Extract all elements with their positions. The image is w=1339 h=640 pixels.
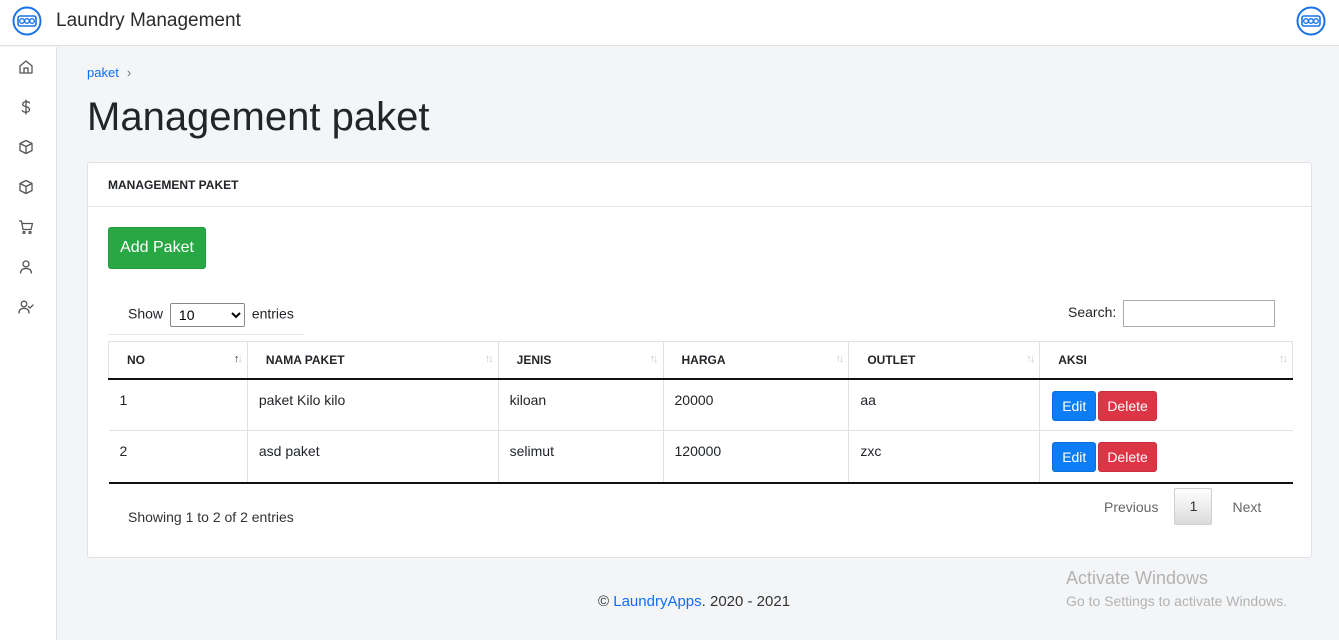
- pagination-next[interactable]: Next: [1212, 491, 1277, 523]
- cell-jenis: selimut: [498, 430, 664, 484]
- laundry-logo-icon[interactable]: [12, 6, 42, 36]
- sort-icon: ↑↓: [1279, 353, 1288, 365]
- table-header-row: NO ↑↓ NAMA PAKET ↑↓ JENIS ↑↓ HARGA ↑↓ OUTLET…: [108, 341, 1293, 380]
- search-input[interactable]: [1123, 300, 1276, 327]
- column-header-no[interactable]: NO ↑↓: [108, 341, 248, 380]
- sidebar-item-home[interactable]: [14, 55, 38, 79]
- cell-aksi: Edit Delete: [1039, 430, 1293, 484]
- cell-aksi: Edit Delete: [1039, 378, 1293, 431]
- footer-years: . 2020 - 2021: [701, 593, 791, 610]
- table-info: Showing 1 to 2 of 2 entries: [128, 509, 294, 525]
- sort-icon: ↑↓: [484, 353, 494, 365]
- pagination-page-1[interactable]: 1: [1174, 488, 1213, 525]
- page-title: Management paket: [87, 95, 430, 139]
- column-header-outlet[interactable]: OUTLET ↑↓: [848, 341, 1041, 380]
- add-paket-button[interactable]: Add Paket: [108, 227, 206, 269]
- search-control: Search:: [1068, 300, 1276, 327]
- footer-brand-link[interactable]: LaundryApps: [613, 593, 701, 610]
- box-icon: [19, 179, 33, 195]
- laundry-logo-icon[interactable]: [1296, 6, 1326, 36]
- column-header-harga[interactable]: HARGA ↑↓: [663, 341, 850, 380]
- edit-button[interactable]: Edit: [1052, 442, 1097, 472]
- watermark-title: Activate Windows: [1066, 568, 1209, 588]
- cell-outlet: aa: [848, 378, 1041, 431]
- sidebar-item-outlet[interactable]: [14, 175, 38, 199]
- copyright-symbol: ©: [598, 593, 610, 610]
- dollar-icon: [21, 99, 31, 115]
- cell-nama-paket: asd paket: [247, 430, 499, 484]
- sidebar-item-cart[interactable]: [14, 215, 38, 239]
- pagination-previous[interactable]: Previous: [1088, 491, 1174, 523]
- user-check-icon: [18, 300, 34, 314]
- delete-button[interactable]: Delete: [1098, 442, 1157, 472]
- top-bar: Laundry Management: [0, 0, 1339, 46]
- table-row: 2 asd paket selimut 120000 zxc Edit Delet…: [108, 430, 1293, 484]
- column-header-jenis[interactable]: JENIS ↑↓: [498, 341, 664, 380]
- edit-button[interactable]: Edit: [1052, 390, 1097, 421]
- cell-jenis: kiloan: [498, 378, 664, 431]
- table-row: 1 paket Kilo kilo kiloan 20000 aa Edit De…: [108, 378, 1293, 431]
- sort-icon: ↑↓: [835, 353, 844, 365]
- breadcrumb-item-paket[interactable]: paket: [87, 65, 119, 80]
- column-header-aksi[interactable]: AKSI ↑↓: [1039, 341, 1293, 380]
- cell-harga: 120000: [663, 430, 850, 484]
- card-header: MANAGEMENT PAKET: [88, 163, 1311, 207]
- paket-card: MANAGEMENT PAKET Add Paket Show 10 entri…: [87, 162, 1312, 558]
- entries-length-control: Show 10 entries: [108, 299, 304, 335]
- cell-nama-paket: paket Kilo kilo: [247, 378, 499, 431]
- show-label: Show: [128, 305, 164, 322]
- cell-harga: 20000: [663, 378, 850, 431]
- activate-windows-watermark: Activate Windows Go to Settings to activ…: [1066, 568, 1287, 609]
- user-icon: [19, 260, 33, 274]
- app-title: Laundry Management: [56, 10, 241, 31]
- sort-icon: ↑↓: [1026, 353, 1035, 365]
- sidebar-item-paket[interactable]: [14, 135, 38, 159]
- footer: © LaundryApps. 2020 - 2021: [598, 593, 790, 610]
- entries-select[interactable]: 10: [169, 303, 245, 327]
- paket-table: NO ↑↓ NAMA PAKET ↑↓ JENIS ↑↓ HARGA ↑↓ OUTLET…: [108, 341, 1293, 484]
- column-header-nama-paket[interactable]: NAMA PAKET ↑↓: [247, 341, 499, 380]
- cart-icon: [19, 220, 34, 235]
- cell-no: 2: [108, 430, 248, 484]
- sort-icon: ↑↓: [233, 353, 243, 365]
- home-icon: [19, 60, 33, 74]
- cell-no: 1: [108, 378, 248, 431]
- delete-button[interactable]: Delete: [1098, 390, 1157, 421]
- cell-outlet: zxc: [848, 430, 1041, 484]
- pagination: Previous 1 Next: [1088, 488, 1277, 525]
- sidebar: [0, 47, 57, 640]
- box-icon: [19, 139, 33, 155]
- sort-icon: ↑↓: [649, 353, 659, 365]
- breadcrumb: paket ›: [87, 65, 131, 80]
- entries-label: entries: [251, 305, 294, 322]
- main-content: paket › Management paket MANAGEMENT PAKET…: [58, 47, 1339, 640]
- sidebar-item-member[interactable]: [14, 295, 38, 319]
- sidebar-item-transaksi[interactable]: [14, 95, 38, 119]
- sidebar-item-user[interactable]: [14, 255, 38, 279]
- breadcrumb-separator: ›: [126, 65, 132, 80]
- watermark-subtitle: Go to Settings to activate Windows.: [1066, 593, 1287, 609]
- search-label: Search:: [1068, 304, 1117, 321]
